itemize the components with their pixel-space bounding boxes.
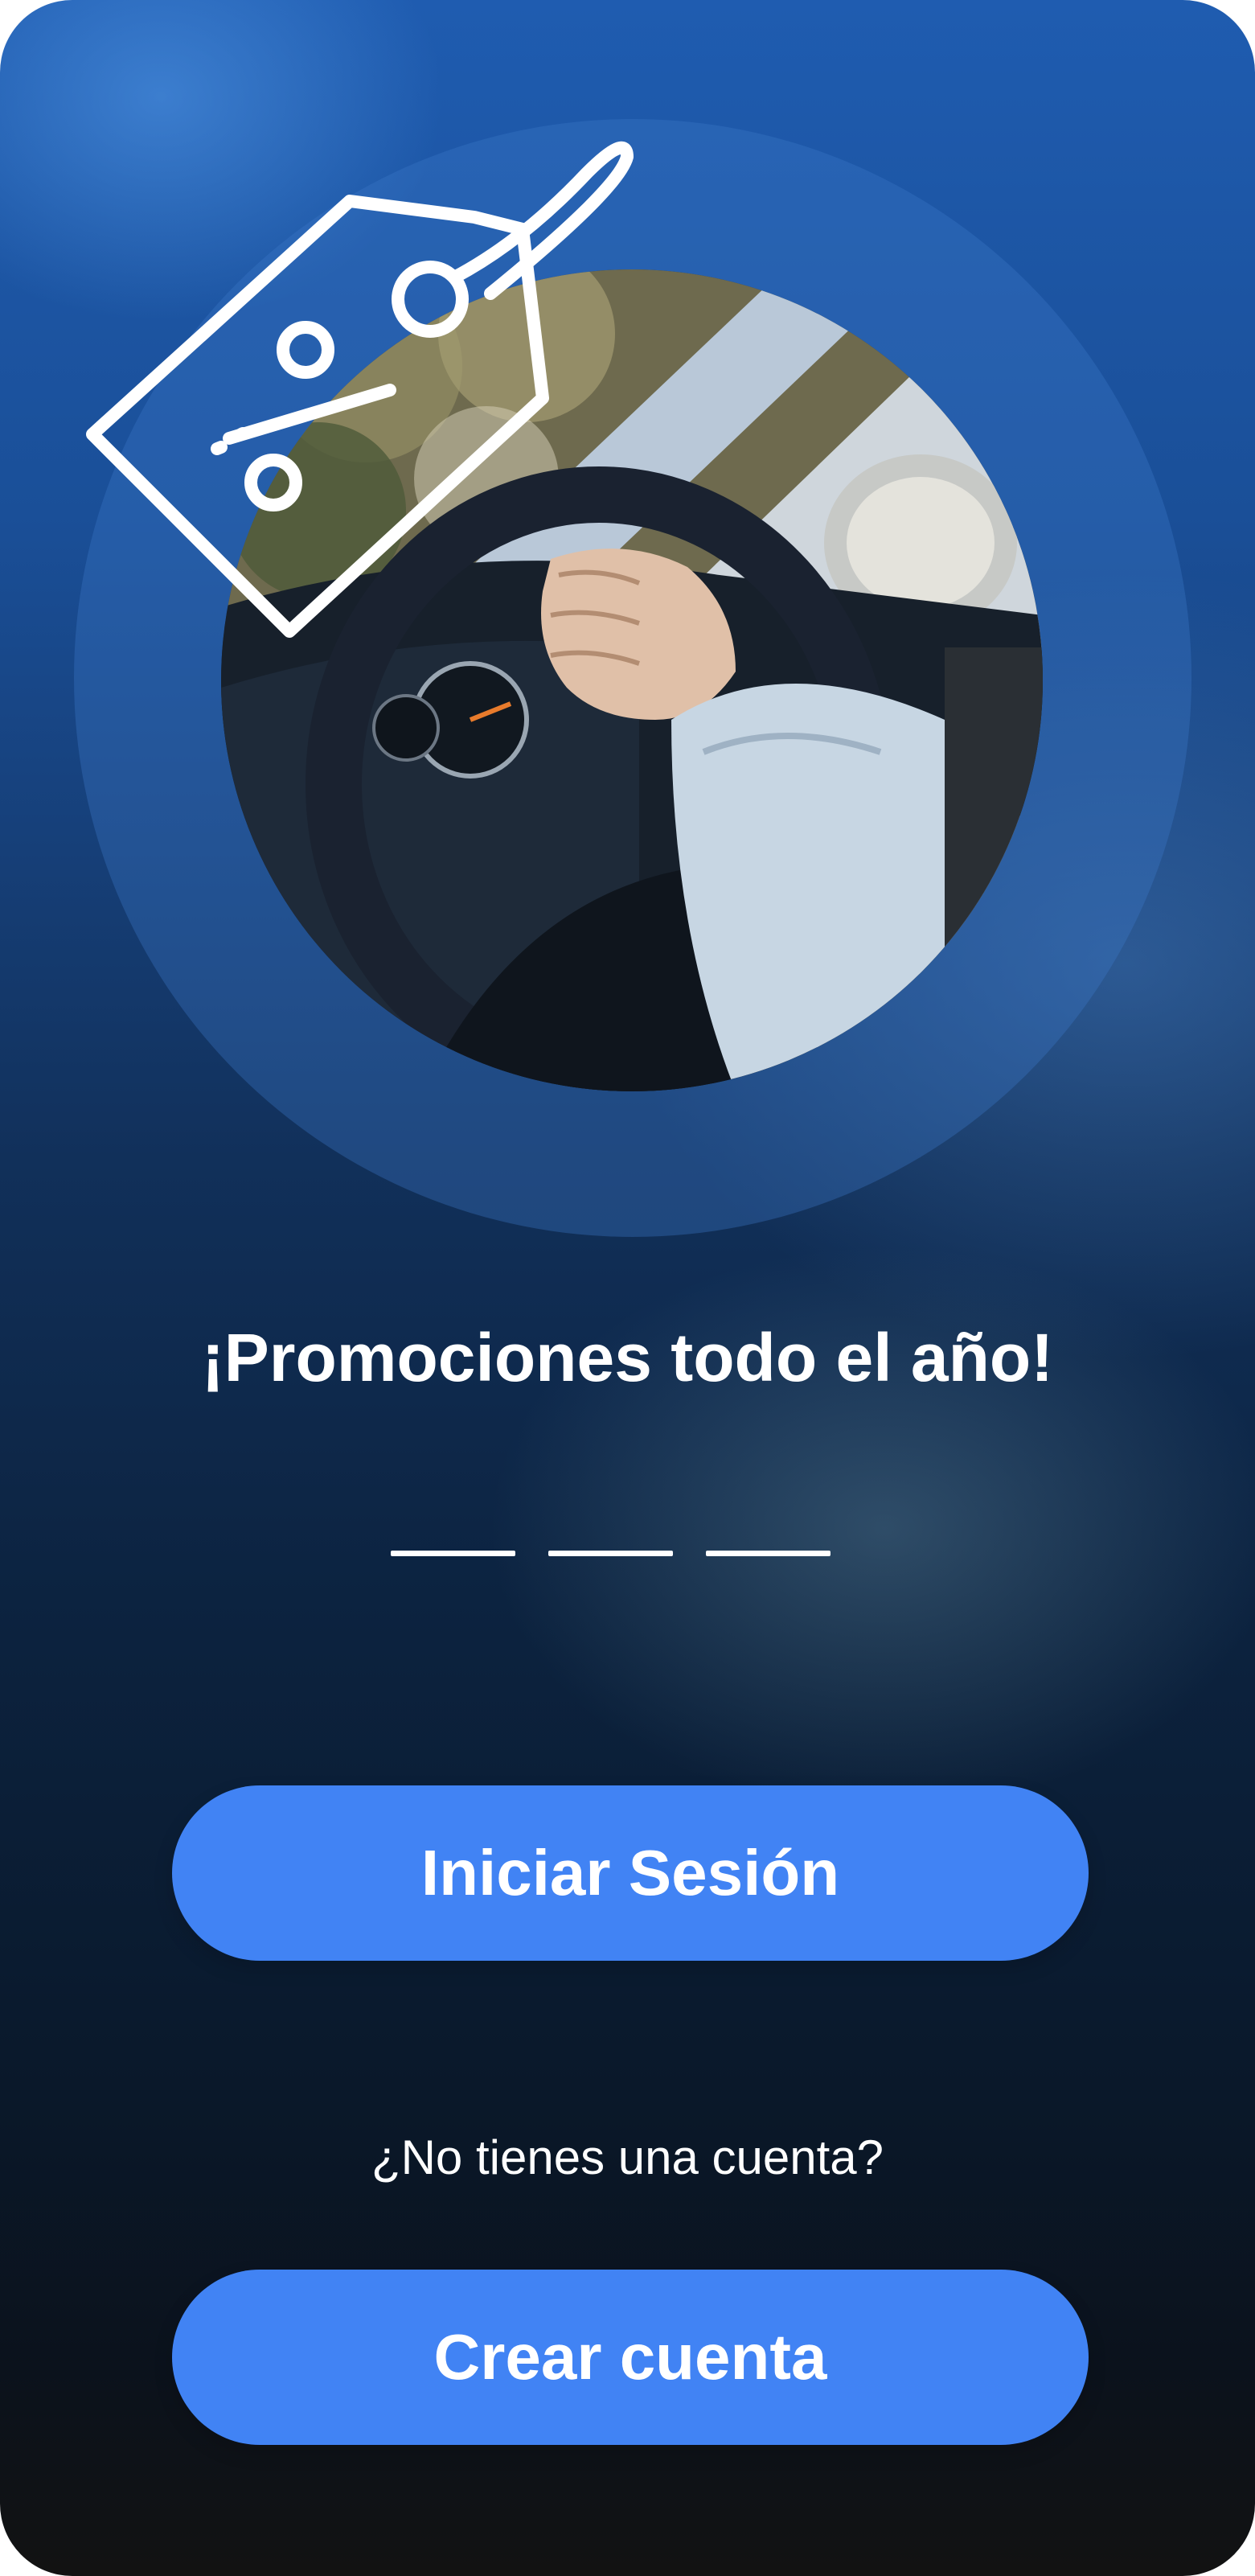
page-indicator xyxy=(0,1551,1255,1559)
login-button[interactable]: Iniciar Sesión xyxy=(172,1785,1089,1961)
page-indicator-dot[interactable] xyxy=(391,1551,515,1556)
page-indicator-dot[interactable] xyxy=(548,1551,673,1556)
no-account-prompt: ¿No tienes una cuenta? xyxy=(371,2130,884,2184)
create-account-button[interactable]: Crear cuenta xyxy=(172,2270,1089,2445)
onboarding-screen: ¡Promociones todo el año! Iniciar Sesión… xyxy=(0,0,1255,2576)
promo-headline: ¡Promociones todo el año! xyxy=(201,1320,1054,1395)
price-tag-percent-icon xyxy=(86,141,634,638)
page-indicator-dot[interactable] xyxy=(706,1551,831,1556)
